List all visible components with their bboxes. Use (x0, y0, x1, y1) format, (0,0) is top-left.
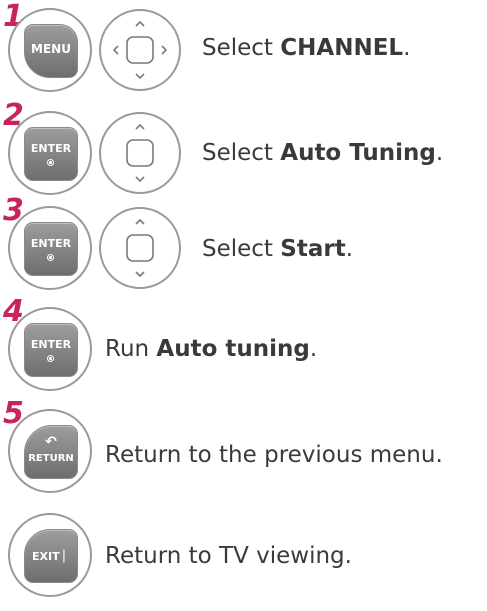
step-3: 3 ENTER Select Start. (0, 196, 487, 298)
enter-key-icon: ENTER (24, 222, 78, 276)
step-1: 1 MENU Select CHANNEL. (0, 0, 487, 100)
return-key-ring: ↶ RETURN (8, 409, 92, 493)
enter-dot-icon (47, 355, 54, 362)
enter-key-ring: ENTER (8, 307, 92, 391)
up-down-dpad-icon (99, 207, 181, 289)
exit-caption: Return to TV viewing. (105, 543, 352, 569)
step-4: 4 ENTER Run Auto tuning. (0, 297, 487, 399)
key-label: RETURN (28, 453, 74, 464)
enter-key-icon: ENTER (24, 127, 78, 181)
key-label: ENTER (30, 142, 72, 155)
menu-key-ring: MENU (8, 8, 92, 92)
menu-key-icon: MENU (24, 24, 78, 78)
key-label: EXIT ▏ (32, 550, 72, 563)
step-1-caption: Select CHANNEL. (202, 35, 411, 61)
step-2: 2 ENTER Select Auto Tuning. (0, 101, 487, 203)
enter-key-icon: ENTER (24, 323, 78, 377)
step-4-caption: Run Auto tuning. (105, 336, 318, 362)
enter-key-ring: ENTER (8, 206, 92, 290)
enter-dot-icon (47, 159, 54, 166)
return-arrow-icon: ↶ (45, 434, 57, 450)
enter-dot-icon (47, 254, 54, 261)
exit-key-icon: EXIT ▏ (24, 529, 78, 583)
step-3-caption: Select Start. (202, 236, 353, 262)
exit-key-ring: EXIT ▏ (8, 513, 92, 597)
key-label: ENTER (30, 237, 72, 250)
up-down-dpad-icon (99, 112, 181, 194)
key-label: MENU (31, 42, 71, 56)
four-way-dpad-icon (99, 9, 181, 91)
enter-key-ring: ENTER (8, 111, 92, 195)
step-5-caption: Return to the previous menu. (105, 442, 443, 468)
step-2-caption: Select Auto Tuning. (202, 140, 444, 166)
return-key-icon: ↶ RETURN (24, 425, 78, 479)
exit-step: EXIT ▏ Return to TV viewing. (0, 505, 487, 605)
key-label: ENTER (30, 338, 72, 351)
step-5: 5 ↶ RETURN Return to the previous menu. (0, 399, 487, 501)
